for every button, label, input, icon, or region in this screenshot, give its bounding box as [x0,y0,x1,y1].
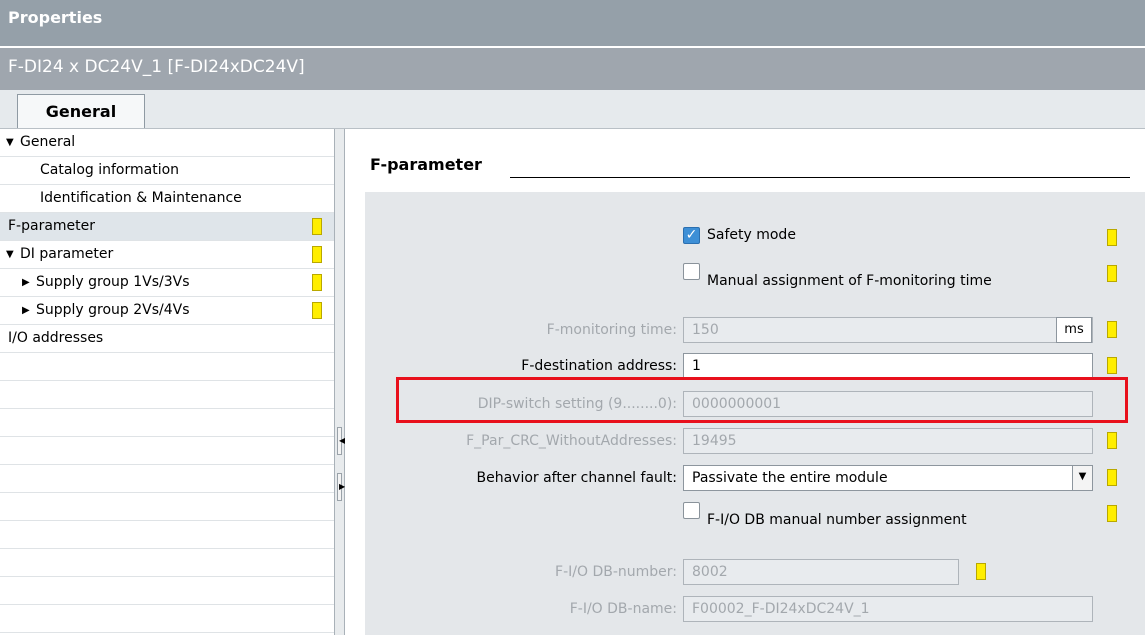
status-flag-icon [1107,357,1117,374]
navigation-tree: ▼ General Catalog information Identifica… [0,129,334,635]
db-number-label: F-I/O DB-number: [555,564,677,580]
status-flag-icon [312,302,322,319]
section-title: F-parameter [370,155,482,174]
tree-empty-row [0,381,334,409]
destination-address-value: 1 [692,358,701,374]
tree-item-io-addresses[interactable]: I/O addresses [0,325,334,353]
dropdown-arrow-icon[interactable]: ▼ [1072,466,1092,490]
behavior-label: Behavior after channel fault: [476,470,677,486]
status-flag-icon [312,218,322,235]
tree-empty-row [0,437,334,465]
crc-label: F_Par_CRC_WithoutAddresses: [466,433,677,449]
db-number-value: 8002 [692,564,728,580]
status-flag-icon [976,563,986,580]
expand-arrow-icon[interactable]: ▼ [6,137,14,148]
db-name-field: F00002_F-DI24xDC24V_1 [683,596,1093,622]
tree-item-supply-group-1[interactable]: ▶ Supply group 1Vs/3Vs [0,269,334,297]
unit-label: ms [1056,317,1092,343]
crc-value: 19495 [692,433,737,449]
tree-item-label: General [20,134,76,150]
expand-arrow-icon[interactable]: ▼ [6,249,14,260]
manual-assignment-label: Manual assignment of F-monitoring time [707,273,992,289]
tree-item-general[interactable]: ▼ General [0,129,334,157]
tree-item-label: Supply group 1Vs/3Vs [36,274,190,290]
safety-mode-label: Safety mode [707,227,796,243]
tree-item-f-parameter[interactable]: F-parameter [0,213,334,241]
behavior-select[interactable]: Passivate the entire module ▼ [683,465,1093,491]
status-flag-icon [1107,432,1117,449]
status-flag-icon [1107,321,1117,338]
tree-empty-row [0,409,334,437]
tree-item-supply-group-2[interactable]: ▶ Supply group 2Vs/4Vs [0,297,334,325]
db-name-label: F-I/O DB-name: [569,601,677,617]
collapse-arrow-icon[interactable]: ▶ [22,305,30,316]
tree-empty-row [0,465,334,493]
tree-item-label: I/O addresses [8,330,104,346]
collapse-arrow-icon[interactable]: ▶ [22,277,30,288]
object-title: F-DI24 x DC24V_1 [F-DI24xDC24V] [8,57,305,77]
crc-field: 19495 [683,428,1093,454]
tree-item-label: Supply group 2Vs/4Vs [36,302,190,318]
manual-assignment-checkbox[interactable] [683,263,700,280]
safety-mode-checkbox[interactable]: ✓ [683,227,700,244]
object-title-bar: F-DI24 x DC24V_1 [F-DI24xDC24V] [0,48,1145,90]
behavior-value: Passivate the entire module [692,470,888,486]
status-flag-icon [312,246,322,263]
status-flag-icon [1107,505,1117,522]
db-manual-checkbox[interactable] [683,502,700,519]
expand-right-handle[interactable]: ▶ [337,473,345,501]
panel-splitter[interactable]: ◀ ▶ [334,129,345,635]
tree-empty-row [0,549,334,577]
properties-title-bar: Properties [0,0,1145,46]
db-name-value: F00002_F-DI24xDC24V_1 [692,601,870,617]
db-number-field: 8002 [683,559,959,585]
status-flag-icon [1107,229,1117,246]
destination-address-input[interactable]: 1 [683,353,1093,379]
tree-item-label: Catalog information [40,162,180,178]
tree-item-label: F-parameter [8,218,96,234]
dip-switch-highlight-box [396,377,1128,423]
status-flag-icon [312,274,322,291]
tree-empty-row [0,577,334,605]
monitoring-time-field: 150 ms [683,317,1093,343]
tree-empty-row [0,605,334,633]
monitoring-time-label: F-monitoring time: [546,322,677,338]
section-divider [510,177,1130,178]
monitoring-time-value: 150 [692,322,719,338]
collapse-left-handle[interactable]: ◀ [337,427,345,455]
tree-item-identification-maintenance[interactable]: Identification & Maintenance [0,185,334,213]
tree-empty-row [0,493,334,521]
tree-item-label: Identification & Maintenance [40,190,242,206]
window-title: Properties [8,8,103,27]
status-flag-icon [1107,469,1117,486]
db-manual-label: F-I/O DB manual number assignment [707,512,967,528]
status-flag-icon [1107,265,1117,282]
tree-item-label: DI parameter [20,246,114,262]
tab-general[interactable]: General [17,94,145,128]
tree-empty-row [0,521,334,549]
tab-strip: General [0,90,1145,129]
destination-address-label: F-destination address: [521,358,677,374]
tree-item-di-parameter[interactable]: ▼ DI parameter [0,241,334,269]
tree-empty-row [0,353,334,381]
tree-item-catalog-information[interactable]: Catalog information [0,157,334,185]
